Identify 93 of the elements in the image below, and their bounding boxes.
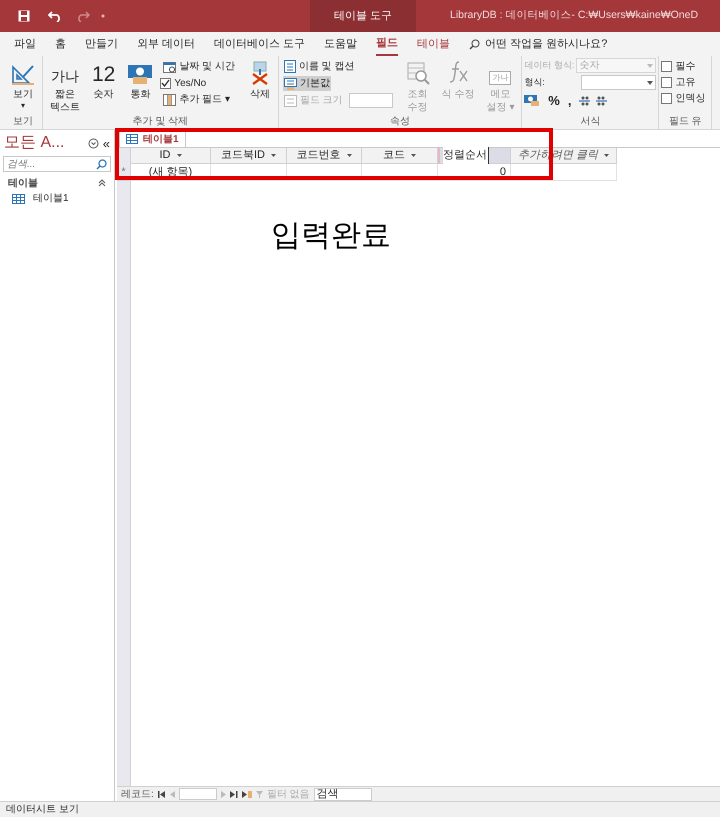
new-record-icon: [242, 790, 252, 798]
checkbox[interactable]: [661, 92, 672, 104]
search-icon: [96, 158, 107, 170]
format-button[interactable]: ,: [568, 94, 572, 106]
field-type-glyph: 12: [92, 62, 116, 85]
checkmark-icon: [161, 79, 170, 87]
field-columns-icon: [163, 94, 176, 106]
nav-item[interactable]: 테이블1: [0, 190, 114, 207]
search-field[interactable]: 검색...: [3, 156, 111, 172]
nav-section-header[interactable]: 테이블: [8, 176, 98, 190]
last-record-icon: [230, 790, 238, 798]
column-header[interactable]: 코드번호: [287, 148, 362, 164]
list-icon: [284, 60, 296, 73]
ribbon-button[interactable]: 기본값: [282, 76, 331, 91]
checkbox-label: 필수: [675, 60, 696, 74]
window-title: LibraryDB : 데이터베이스- C:₩Users₩kaine₩OneD: [450, 8, 700, 24]
ribbon-button[interactable]: 날짜 및 시간: [162, 59, 236, 74]
ribbon-button[interactable]: 통화: [122, 56, 158, 101]
ribbon-group-label: 추가 및 삭제: [132, 115, 190, 129]
banknote-icon: [127, 63, 154, 85]
calendar-icon: [163, 60, 176, 72]
dropdown-arrow-icon: [346, 154, 352, 157]
currency-format-icon: [524, 94, 540, 106]
triangle-ruler-icon: [11, 63, 35, 85]
dropdown-arrow-icon: [271, 154, 276, 157]
ribbon-tab[interactable]: 외부 데이터: [137, 32, 196, 56]
record-label: 레코드:: [121, 788, 154, 802]
dropdown-arrow-icon: [176, 154, 182, 157]
magnifier-table-icon: [406, 61, 430, 85]
column-header[interactable]: 코드: [362, 148, 438, 164]
ribbon-group-label: 필드 유: [668, 115, 703, 129]
memo-glyph: 가나: [489, 71, 512, 85]
table-cell[interactable]: 0: [438, 164, 511, 181]
search-icon: [469, 38, 480, 50]
dropdown-arrow-icon: [604, 154, 610, 157]
previous-record-icon: [170, 790, 175, 798]
checkbox[interactable]: [160, 78, 172, 88]
ribbon-tab[interactable]: 테이블: [417, 32, 450, 56]
ribbon-button[interactable]: 가나 짧은 텍스트: [45, 56, 85, 114]
ribbon-tab[interactable]: 도움말: [324, 32, 358, 56]
caret-icon: [647, 64, 654, 68]
field-default-icon: [284, 78, 297, 90]
search-field[interactable]: 검색: [314, 788, 372, 800]
table-icon: [12, 194, 25, 204]
table-cell[interactable]: [362, 164, 438, 181]
ribbon-button[interactable]: 이름 및 캡션: [282, 59, 356, 74]
data-type-label: 데이터 형식:: [524, 58, 574, 72]
checkbox-label: 인덱싱: [675, 92, 706, 106]
caret-icon: ▾: [21, 101, 25, 111]
ribbon-group-label: 보기: [12, 115, 34, 129]
record-number-field[interactable]: [178, 788, 217, 800]
ribbon-button[interactable]: 보기 ▾: [6, 56, 40, 111]
field-size-input[interactable]: [348, 93, 393, 108]
ribbon-tab[interactable]: 홈: [55, 32, 66, 56]
table-cell[interactable]: [511, 164, 617, 181]
contextual-tab[interactable]: 테이블 도구: [310, 0, 416, 32]
caret-icon: [647, 80, 654, 84]
checkbox-label: Yes/No: [174, 76, 206, 90]
ribbon-group-label: 서식: [579, 115, 602, 129]
ribbon-button[interactable]: 12 숫자: [87, 56, 120, 101]
ribbon-tab[interactable]: 파일: [14, 32, 36, 56]
column-header[interactable]: ID: [131, 148, 211, 164]
dropdown-circle-icon: [88, 138, 99, 148]
checkbox-label: 고유: [675, 76, 696, 90]
table-cell[interactable]: [287, 164, 362, 181]
ribbon-group-label: 속성: [389, 115, 412, 129]
next-record-icon: [220, 790, 226, 798]
decimal-places-icon: [579, 94, 610, 106]
annotation-label: 입력완료: [271, 218, 391, 254]
format-label: 형식:: [524, 76, 546, 89]
nav-pane-title[interactable]: 모든 A...: [4, 131, 64, 155]
ribbon-tab[interactable]: 만들기: [85, 32, 118, 56]
checkbox[interactable]: [661, 76, 672, 88]
column-header[interactable]: 코드북ID: [211, 148, 287, 164]
column-header[interactable]: 정렬순서: [438, 148, 511, 164]
function-icon: [447, 59, 470, 85]
checkbox[interactable]: [661, 60, 672, 72]
tell-me-text[interactable]: 어떤 작업을 원하시나요?: [485, 36, 608, 52]
first-record-icon: [158, 790, 166, 798]
filter-icon: [256, 790, 263, 798]
save-icon: [18, 10, 30, 22]
table-icon: [126, 134, 138, 144]
field-type-glyph: 가나: [51, 67, 79, 85]
collapse-button[interactable]: «: [102, 136, 110, 150]
status-text: 데이터시트 보기: [6, 803, 79, 817]
dropdown-arrow-icon: [411, 154, 416, 157]
ribbon-tab[interactable]: 데이터베이스 도구: [214, 32, 306, 56]
table-cell[interactable]: [211, 164, 287, 181]
customize-icon: [100, 13, 106, 19]
format-button[interactable]: %: [548, 94, 560, 106]
ribbon-button[interactable]: 추가 필드 ▾: [162, 92, 231, 107]
field-size-icon: [284, 94, 297, 106]
ribbon-button[interactable]: 삭제: [244, 56, 276, 101]
